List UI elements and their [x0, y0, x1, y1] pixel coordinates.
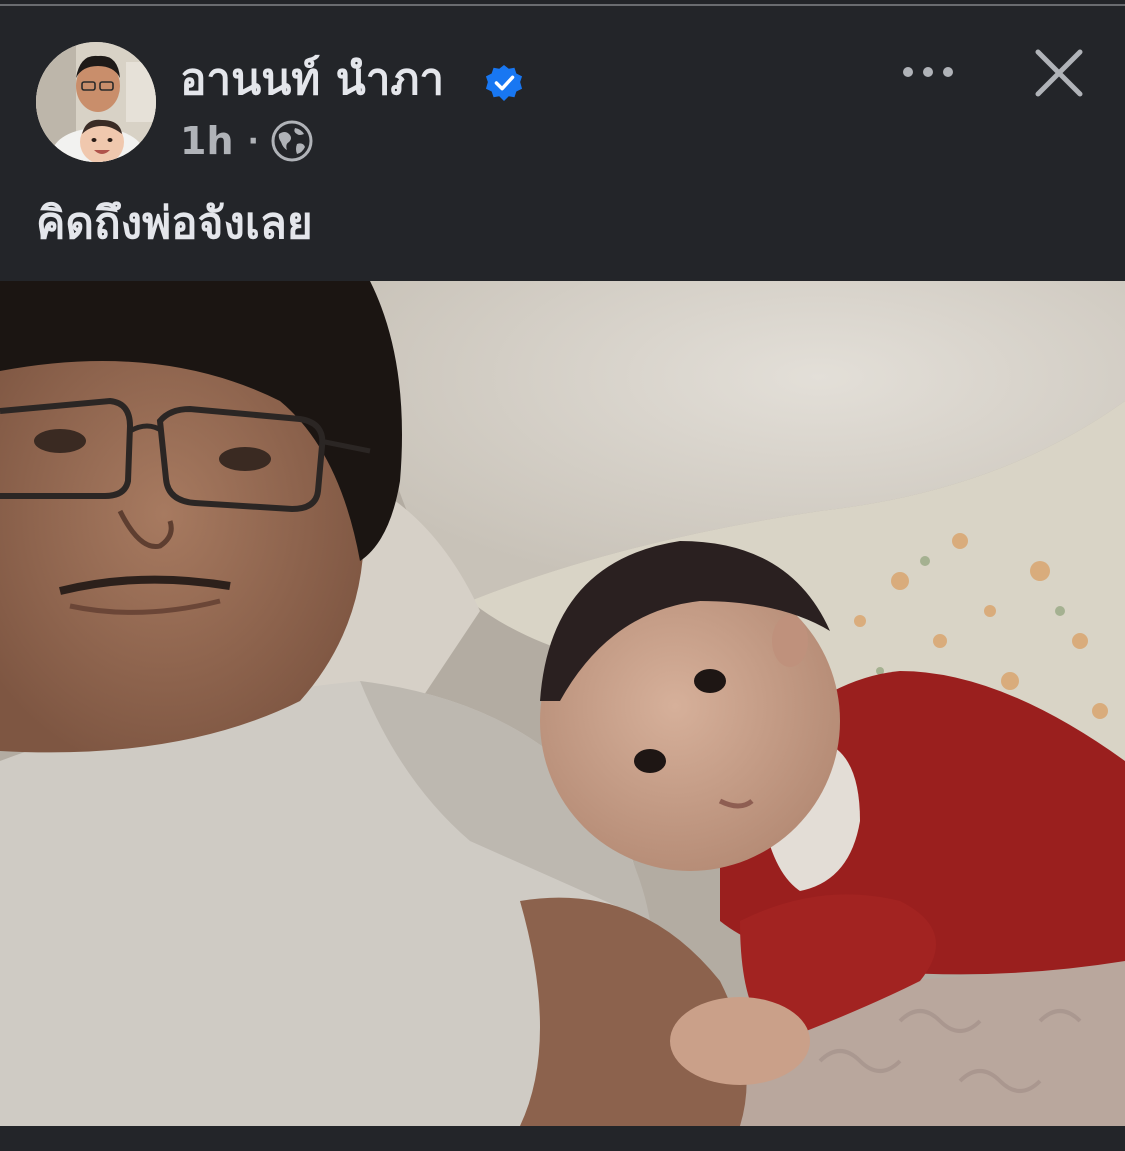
- author-name[interactable]: อานนท์ นำภา: [180, 48, 444, 112]
- post-caption: คิดถึงพ่อจังเลย: [36, 198, 313, 249]
- avatar-photo: [36, 42, 156, 162]
- post-viewer: อานนท์ นำภา 1h · คิดถึงพ่อจังเลย: [0, 0, 1125, 1151]
- post-timestamp[interactable]: 1h: [180, 119, 234, 163]
- photo-illustration: [0, 281, 1125, 1126]
- post-photo[interactable]: [0, 281, 1125, 1126]
- post-meta: 1h ·: [180, 118, 313, 164]
- close-icon[interactable]: [1030, 44, 1088, 102]
- more-options-icon[interactable]: [896, 50, 960, 94]
- author-avatar[interactable]: [36, 42, 156, 162]
- globe-icon[interactable]: [271, 120, 313, 162]
- bottom-bar: [0, 1126, 1125, 1151]
- top-divider: [0, 4, 1125, 6]
- verified-badge-icon: [485, 64, 523, 102]
- meta-separator: ·: [247, 123, 259, 159]
